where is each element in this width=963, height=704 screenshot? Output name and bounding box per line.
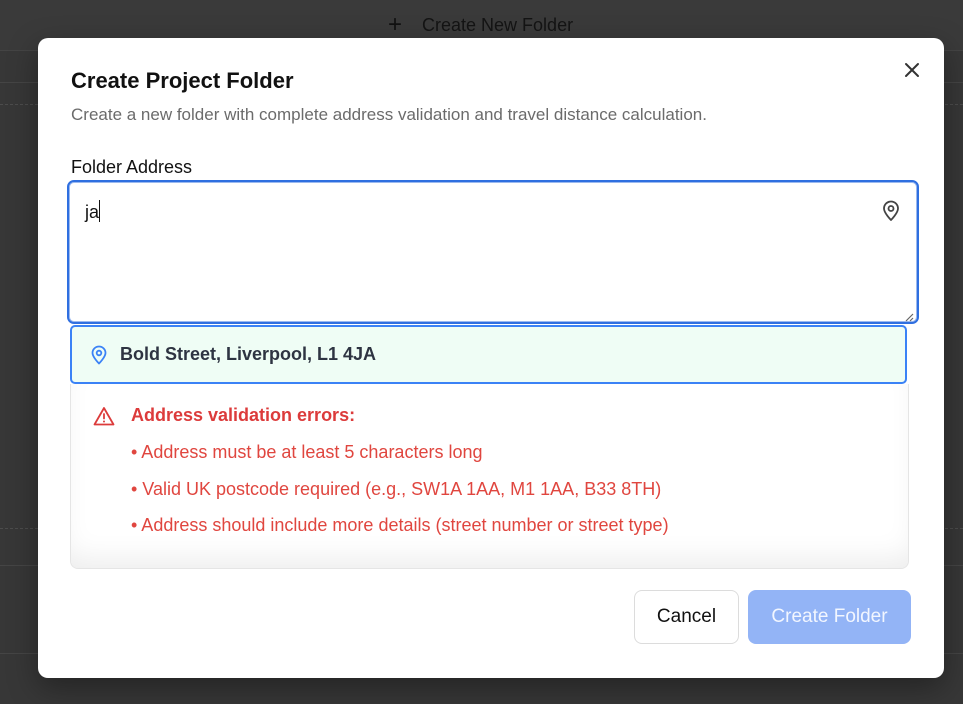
create-new-folder-button[interactable]: + Create New Folder — [388, 12, 573, 38]
create-new-folder-label: Create New Folder — [422, 14, 574, 35]
validation-errors-title: Address validation errors: — [131, 405, 356, 425]
plus-icon: + — [388, 11, 403, 38]
warning-icon — [93, 407, 115, 426]
dialog-title: Create Project Folder — [71, 68, 294, 93]
address-suggestion-item[interactable]: Bold Street, Liverpool, L1 4JA — [70, 325, 907, 384]
locate-address-button[interactable] — [881, 200, 901, 222]
folder-address-input[interactable]: ja — [67, 180, 919, 324]
text-caret — [99, 200, 101, 222]
close-icon — [905, 63, 919, 77]
suggestion-label: Bold Street, Liverpool, L1 4JA — [120, 344, 377, 364]
resize-handle[interactable] — [904, 309, 914, 322]
cancel-button[interactable]: Cancel — [634, 590, 739, 644]
close-button[interactable] — [902, 60, 922, 80]
validation-error-item: • Address must be at least 5 characters … — [131, 442, 483, 462]
resize-grip-icon — [905, 313, 914, 322]
validation-error-item: • Valid UK postcode required (e.g., SW1A… — [131, 478, 662, 499]
map-pin-icon — [91, 345, 107, 364]
folder-address-label: Folder Address — [71, 157, 193, 177]
map-pin-icon — [883, 200, 899, 221]
validation-errors-list: • Address must be at least 5 characters … — [131, 440, 669, 550]
create-project-folder-dialog: Create Project Folder Create a new folde… — [38, 38, 944, 678]
create-folder-button[interactable]: Create Folder — [748, 590, 911, 644]
folder-address-value: ja — [85, 200, 101, 223]
validation-errors-panel: Address validation errors: • Address mus… — [70, 384, 909, 569]
validation-error-item: • Address should include more details (s… — [131, 515, 669, 535]
dialog-description: Create a new folder with complete addres… — [71, 105, 707, 124]
address-text: ja — [85, 202, 100, 222]
